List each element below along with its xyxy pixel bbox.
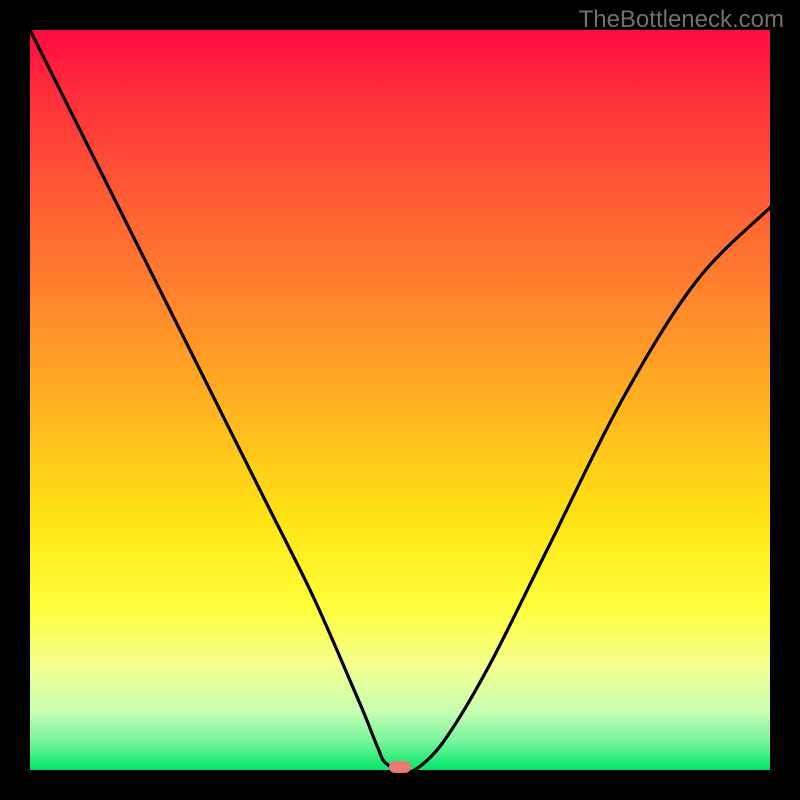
- optimal-point-marker: [389, 761, 411, 773]
- attribution-text: TheBottleneck.com: [579, 6, 784, 34]
- plot-area: [30, 30, 770, 770]
- chart-frame: TheBottleneck.com: [0, 0, 800, 800]
- bottleneck-curve: [30, 30, 770, 770]
